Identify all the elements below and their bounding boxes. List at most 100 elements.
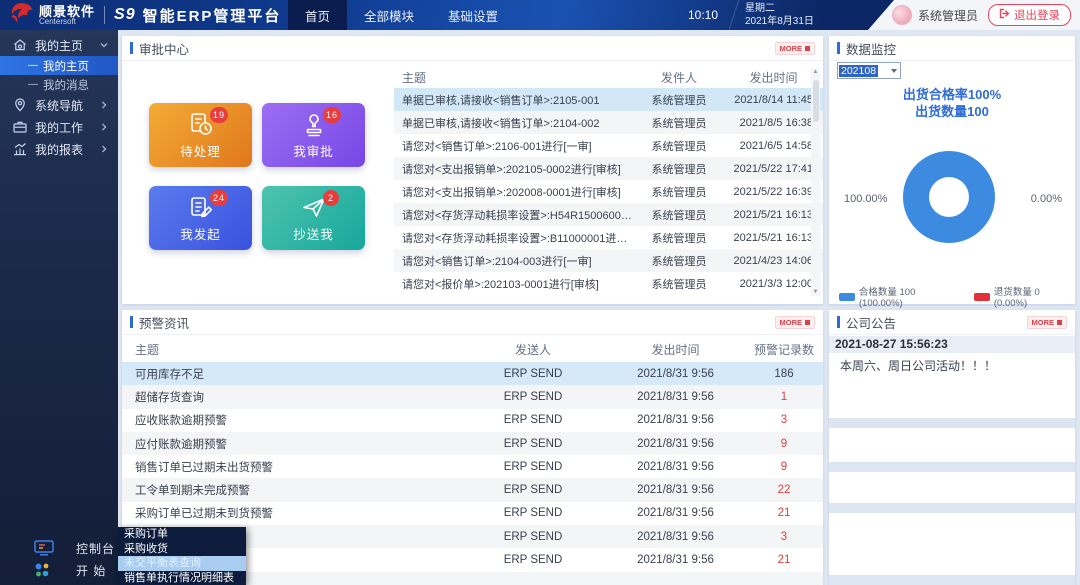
- data-monitor-panel: 数据监控 202108 出货合格率100% 出货数量100 100.00% 0.…: [829, 36, 1075, 304]
- tab-2[interactable]: 基础设置: [431, 0, 515, 30]
- period-select[interactable]: 202108: [837, 62, 901, 79]
- alert-row-time: 2021/8/31 9:56: [598, 414, 753, 426]
- tile-count-badge: 19: [210, 107, 228, 123]
- logo-text: 顺景软件 Centersoft: [39, 5, 95, 26]
- sidebar-item-3[interactable]: 我的报表: [0, 138, 118, 160]
- alert-row-time: 2021/8/31 9:56: [598, 554, 753, 566]
- notice-panel-header: 公司公告 MORE: [829, 310, 1075, 335]
- approval-row-subject: 单据已审核,请接收<销售订单>:2105-001: [394, 92, 634, 108]
- legend-item-1: 退货数量 0 (0.00%): [974, 284, 1075, 309]
- approval-tile-1[interactable]: 16我审批: [262, 103, 365, 167]
- approval-row[interactable]: 请您对<存货浮动耗损率设置>:H54R15006002进行[审核]系统管理员20…: [394, 203, 823, 226]
- start-dots-icon: [34, 562, 54, 578]
- sidebar-subitem-label: 我的消息: [43, 77, 89, 93]
- start-button[interactable]: 开 始: [0, 560, 118, 580]
- alert-row[interactable]: 超储存货查询ERP SEND2021/8/31 9:561: [122, 385, 823, 408]
- alert-row-subject: 可用库存不足: [122, 366, 468, 382]
- scroll-thumb[interactable]: [813, 80, 819, 122]
- approval-more-button[interactable]: MORE: [775, 42, 816, 55]
- approval-row[interactable]: 单据已审核,请接收<销售订单>:2105-001系统管理员2021/8/14 1…: [394, 88, 823, 111]
- logo-name-en: Centersoft: [39, 18, 95, 26]
- more-icon: [805, 320, 810, 325]
- tab-1[interactable]: 全部模块: [347, 0, 431, 30]
- alert-row[interactable]: 应收账款逾期预警ERP SEND2021/8/31 9:563: [122, 409, 823, 432]
- popup-menu-item-2[interactable]: 未交平衡表查询: [118, 556, 246, 571]
- notice-panel-title: 公司公告: [837, 313, 896, 332]
- logout-icon: [999, 8, 1010, 22]
- alert-row-sender: ERP SEND: [468, 414, 598, 426]
- notice-content[interactable]: 本周六、周日公司活动！！！: [829, 357, 1075, 374]
- approval-row[interactable]: 请您对<销售订单>:2104-003进行[一审]系统管理员2021/4/23 1…: [394, 249, 823, 272]
- alert-row[interactable]: 工令单到期未完成预警ERP SEND2021/8/31 9:5622: [122, 478, 823, 501]
- approval-row-subject: 请您对<存货浮动耗损率设置>:B11000001进行[审核]: [394, 230, 634, 246]
- alert-row[interactable]: 采购订单已过期未到货预警ERP SEND2021/8/31 9:5621: [122, 502, 823, 525]
- topbar-tabs: 首页全部模块基础设置: [288, 0, 515, 30]
- approval-row[interactable]: 请您对<存货浮动耗损率设置>:B11000001进行[审核]系统管理员2021/…: [394, 226, 823, 249]
- chevron-down-icon: [99, 40, 109, 50]
- alert-row-sender: ERP SEND: [468, 531, 598, 543]
- console-label: 控制台: [76, 540, 115, 557]
- popup-menu-item-0[interactable]: 采购订单: [118, 527, 246, 542]
- alert-row[interactable]: 销售订单已过期未出货预警ERP SEND2021/8/31 9:569: [122, 455, 823, 478]
- sidebar-item-0[interactable]: 我的主页: [0, 34, 118, 56]
- logo-name-cn: 顺景软件: [39, 5, 95, 18]
- approval-row[interactable]: 请您对<销售订单>:2106-001进行[一审]系统管理员2021/6/5 14…: [394, 134, 823, 157]
- alert-row[interactable]: 应付账款逾期预警ERP SEND2021/8/31 9:569: [122, 432, 823, 455]
- alerts-header-0: 主题: [122, 341, 468, 358]
- console-button[interactable]: 控制台: [0, 538, 118, 558]
- topbar: 顺景软件 Centersoft S9 智能ERP管理平台 首页全部模块基础设置 …: [0, 0, 1080, 30]
- date-block: 星期二 2021年8月31日: [745, 2, 814, 28]
- alert-row-time: 2021/8/31 9:56: [598, 484, 753, 496]
- alert-row-sender: ERP SEND: [468, 438, 598, 450]
- sidebar-item-1[interactable]: 系统导航: [0, 94, 118, 116]
- approval-scrollbar[interactable]: ▲ ▼: [811, 68, 820, 296]
- approval-row[interactable]: 请您对<支出报销单>:202008-0001进行[审核]系统管理员2021/5/…: [394, 180, 823, 203]
- approval-row-time: 2021/5/22 17:41: [724, 163, 823, 175]
- company-logo-icon: [8, 1, 34, 30]
- scroll-down-icon[interactable]: ▼: [811, 289, 820, 295]
- scroll-up-icon[interactable]: ▲: [811, 69, 820, 75]
- approval-tile-2[interactable]: 24我发起: [149, 186, 252, 250]
- more-icon: [805, 46, 810, 51]
- sidebar-item-label: 我的工作: [35, 119, 83, 136]
- empty-notice-strip: [829, 418, 1075, 428]
- sidebar-item-2[interactable]: 我的工作: [0, 116, 118, 138]
- user-avatar[interactable]: [892, 5, 912, 25]
- approval-row[interactable]: 请您对<支出报销单>:202105-0002进行[审核]系统管理员2021/5/…: [394, 157, 823, 180]
- popup-menu-item-3[interactable]: 销售单执行情况明细表: [118, 571, 246, 585]
- approval-tile-3[interactable]: 2抄送我: [262, 186, 365, 250]
- alerts-table-header: 主题发送人发出时间预警记录数: [122, 336, 823, 362]
- alert-row[interactable]: 可用库存不足ERP SEND2021/8/31 9:56186: [122, 362, 823, 385]
- map-pin-icon: [12, 97, 28, 113]
- approval-header-0: 主题: [394, 69, 634, 86]
- approval-table-header: 主题发件人发出时间: [394, 66, 823, 88]
- approval-row[interactable]: 请您对<报价单>:202103-0001进行[审核]系统管理员2021/3/3 …: [394, 272, 823, 295]
- approval-row-subject: 请您对<支出报销单>:202105-0002进行[审核]: [394, 161, 634, 177]
- approval-row[interactable]: 单据已审核,请接收<销售订单>:2104-002系统管理员2021/8/5 16…: [394, 111, 823, 134]
- ship-qty-text: 出货数量100: [829, 103, 1075, 120]
- tab-0[interactable]: 首页: [288, 0, 347, 30]
- empty-notice-strip: [829, 503, 1075, 513]
- donut-right-label: 0.00%: [1031, 193, 1062, 205]
- logout-button[interactable]: 退出登录: [988, 4, 1071, 26]
- approval-row-subject: 请您对<销售订单>:2106-001进行[一审]: [394, 138, 634, 154]
- start-label: 开 始: [76, 562, 106, 579]
- sidebar-subitem-0-0[interactable]: —我的主页: [0, 56, 118, 75]
- alert-row-subject: 销售订单已过期未出货预警: [122, 459, 468, 475]
- donut-chart: [903, 151, 995, 243]
- popup-menu-item-1[interactable]: 采购收货: [118, 542, 246, 557]
- console-monitor-icon: [34, 540, 54, 556]
- erp-dashboard: 顺景软件 Centersoft S9 智能ERP管理平台 首页全部模块基础设置 …: [0, 0, 1080, 585]
- alert-row-sender: ERP SEND: [468, 507, 598, 519]
- approval-row-sender: 系统管理员: [634, 184, 724, 200]
- alerts-more-button[interactable]: MORE: [775, 316, 816, 329]
- alerts-panel-title: 预警资讯: [130, 313, 189, 332]
- alert-row-time: 2021/8/31 9:56: [598, 438, 753, 450]
- notice-date: 2021-08-27 15:56:23: [829, 336, 1075, 353]
- alert-row-subject: 应收账款逾期预警: [122, 412, 468, 428]
- approval-row-sender: 系统管理员: [634, 115, 724, 131]
- approval-header-1: 发件人: [634, 69, 724, 86]
- sidebar-subitem-0-1[interactable]: —我的消息: [0, 75, 118, 94]
- approval-tile-0[interactable]: 19待处理: [149, 103, 252, 167]
- notice-more-button[interactable]: MORE: [1027, 316, 1068, 329]
